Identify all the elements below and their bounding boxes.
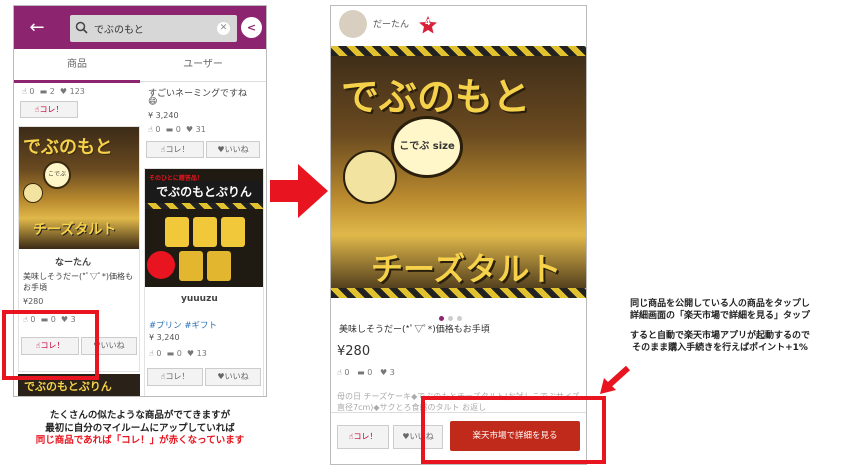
hero-title: でぶのもと bbox=[341, 75, 531, 119]
partial-card-top-right: すごいネーミングですね 😄 ¥ 3,240 ☝ 0 ▬ 0 ♥ 31 ☝コレ！ … bbox=[144, 83, 264, 163]
product-image: でぶのもと こでぶ チーズタルト bbox=[19, 127, 139, 249]
heart-icon: ♥ bbox=[59, 87, 68, 96]
red-sticker bbox=[147, 251, 175, 279]
caption-line-red: 同じ商品であれば「コレ！」が赤くなっています bbox=[35, 435, 245, 446]
tab-bar: 商品 ユーザー bbox=[14, 49, 266, 83]
kore-button-active[interactable]: ☝コレ！ bbox=[337, 425, 389, 449]
product-card[interactable]: そのひとに贈答品！ でぶのもとぷりん yuuuzu #プリン #ギフト ¥ 3,… bbox=[144, 168, 264, 396]
decorative-stripe bbox=[145, 203, 263, 209]
partial-card-top-left: ☝ 0 ▬ 2 ♥ 123 ☝コレ！ bbox=[18, 83, 140, 123]
caption-line: すると自動で楽天市場アプリが起動するので bbox=[629, 331, 810, 341]
tab-products[interactable]: 商品 bbox=[14, 49, 140, 81]
heart-icon: ♥ bbox=[217, 145, 225, 154]
carousel-dot[interactable] bbox=[457, 316, 462, 321]
back-arrow-icon[interactable]: ← bbox=[24, 15, 50, 41]
share-icon[interactable]: < bbox=[241, 17, 262, 38]
search-input[interactable]: でぶのもと bbox=[94, 21, 144, 36]
like-button[interactable]: ♥いいね bbox=[205, 368, 261, 386]
stats-row: ☝ 0 ▬ 2 ♥ 123 bbox=[22, 87, 85, 96]
card-price: ¥ 3,240 bbox=[149, 333, 180, 342]
caption-left: たくさんの似たような商品がでてきますが 最初に自分のマイルームにアップしていれば… bbox=[20, 410, 260, 448]
image-title: でぶのもと bbox=[23, 137, 113, 158]
search-icon bbox=[75, 21, 88, 34]
pudding-jar bbox=[179, 251, 203, 281]
decorative-stripe bbox=[331, 46, 586, 56]
big-red-arrow-icon bbox=[270, 164, 328, 218]
caption-line: そのまま購入手続きを行えばポイント+1% bbox=[632, 343, 808, 353]
hand-icon: ☝ bbox=[149, 349, 154, 358]
card-user: なーたん bbox=[55, 258, 92, 268]
stats-row: ☝ 0 ▬ 0 ♥ 31 bbox=[148, 125, 206, 134]
card-title: すごいネーミングですね bbox=[148, 89, 248, 99]
caption-line: 詳細画面の「楽天市場で詳細を見る」タップ bbox=[629, 311, 810, 321]
image-title: でぶのもとぷりん bbox=[145, 181, 263, 203]
heart-icon: ♥ bbox=[402, 432, 410, 441]
card-price: ¥280 bbox=[23, 297, 44, 306]
kore-button[interactable]: ☝コレ！ bbox=[146, 141, 204, 158]
caption-right: 同じ商品を公開している人の商品をタップし 詳細画面の「楽天市場で詳細を見る」タッ… bbox=[600, 298, 840, 354]
card-title: 美味しそうだー(*ﾟ▽ﾟ*)価格もお手頃 bbox=[23, 272, 133, 292]
hero-subtitle: チーズタルト bbox=[371, 250, 562, 288]
card-price: ¥ 3,240 bbox=[148, 111, 179, 120]
badge-count: 4 bbox=[425, 18, 431, 27]
hero-badge: こでぶ size bbox=[391, 116, 463, 178]
comment-icon: ▬ bbox=[166, 349, 175, 358]
user-name[interactable]: だーたん bbox=[373, 17, 409, 30]
comment-icon: ▬ bbox=[39, 87, 48, 96]
avatar[interactable] bbox=[339, 10, 367, 38]
product-description: 美味しそうだー(*ﾟ▽ﾟ*)価格もお手頃 bbox=[339, 325, 490, 335]
heart-icon: ♥ bbox=[185, 125, 194, 134]
stats-row: ☝ 0 ▬ 0 ♥ 3 bbox=[337, 368, 395, 377]
product-price: ¥280 bbox=[337, 344, 371, 359]
small-red-arrow-icon bbox=[600, 366, 631, 394]
tab-users[interactable]: ユーザー bbox=[140, 49, 266, 81]
product-image: そのひとに贈答品！ でぶのもとぷりん bbox=[145, 169, 263, 287]
image-badge: こでぶ bbox=[43, 161, 71, 189]
decorative-stripe bbox=[331, 288, 586, 298]
pudding-jar bbox=[221, 217, 245, 247]
pudding-jar bbox=[165, 217, 189, 247]
carousel-dot[interactable] bbox=[448, 316, 453, 321]
heart-icon: ♥ bbox=[380, 368, 388, 377]
heart-icon: ♥ bbox=[186, 349, 195, 358]
emoji: 😄 bbox=[148, 97, 158, 107]
comment-icon: ▬ bbox=[165, 125, 174, 134]
kore-button[interactable]: ☝コレ！ bbox=[147, 368, 203, 386]
carousel-dot[interactable] bbox=[439, 316, 444, 321]
smiley-face-icon bbox=[343, 150, 397, 204]
highlight-box-rakuten bbox=[421, 396, 606, 464]
hero-image[interactable]: でぶのもと こでぶ size チーズタルト bbox=[331, 46, 586, 298]
image-title: でぶのもとぷりん bbox=[24, 380, 112, 393]
caption-line: たくさんの似たような商品がでてきますが bbox=[49, 410, 231, 421]
comment-icon: ▬ bbox=[357, 368, 365, 377]
pudding-jar bbox=[193, 217, 217, 247]
smiley-face-icon bbox=[23, 183, 43, 203]
highlight-box-kore bbox=[2, 310, 99, 380]
stats-row: ☝ 0 ▬ 0 ♥ 13 bbox=[149, 349, 207, 358]
carousel-dots[interactable] bbox=[439, 306, 479, 321]
kore-button[interactable]: ☝コレ！ bbox=[20, 101, 78, 118]
card-tags: #プリン #ギフト bbox=[149, 321, 217, 331]
hand-icon: ☝ bbox=[337, 368, 342, 377]
screenshot-canvas: ← でぶのもと ✕ < 商品 ユーザー ☝ 0 ▬ 2 ♥ 123 ☝コレ！ す… bbox=[0, 0, 845, 470]
search-header: ← でぶのもと ✕ < bbox=[14, 6, 266, 49]
caption-line: 同じ商品を公開している人の商品をタップし bbox=[630, 299, 810, 309]
hand-icon: ☝ bbox=[148, 125, 153, 134]
like-button[interactable]: ♥いいね bbox=[206, 141, 260, 158]
caption-line: 最初に自分のマイルームにアップしていれば bbox=[45, 422, 235, 434]
clear-icon[interactable]: ✕ bbox=[217, 22, 230, 35]
card-user: yuuuzu bbox=[181, 294, 218, 304]
detail-header: だーたん 4 bbox=[331, 6, 586, 46]
hand-icon: ☝ bbox=[22, 87, 27, 96]
heart-icon: ♥ bbox=[217, 372, 225, 381]
pudding-jar bbox=[207, 251, 231, 281]
search-bar[interactable]: でぶのもと ✕ bbox=[70, 15, 237, 42]
image-subtitle: チーズタルト bbox=[33, 222, 117, 238]
